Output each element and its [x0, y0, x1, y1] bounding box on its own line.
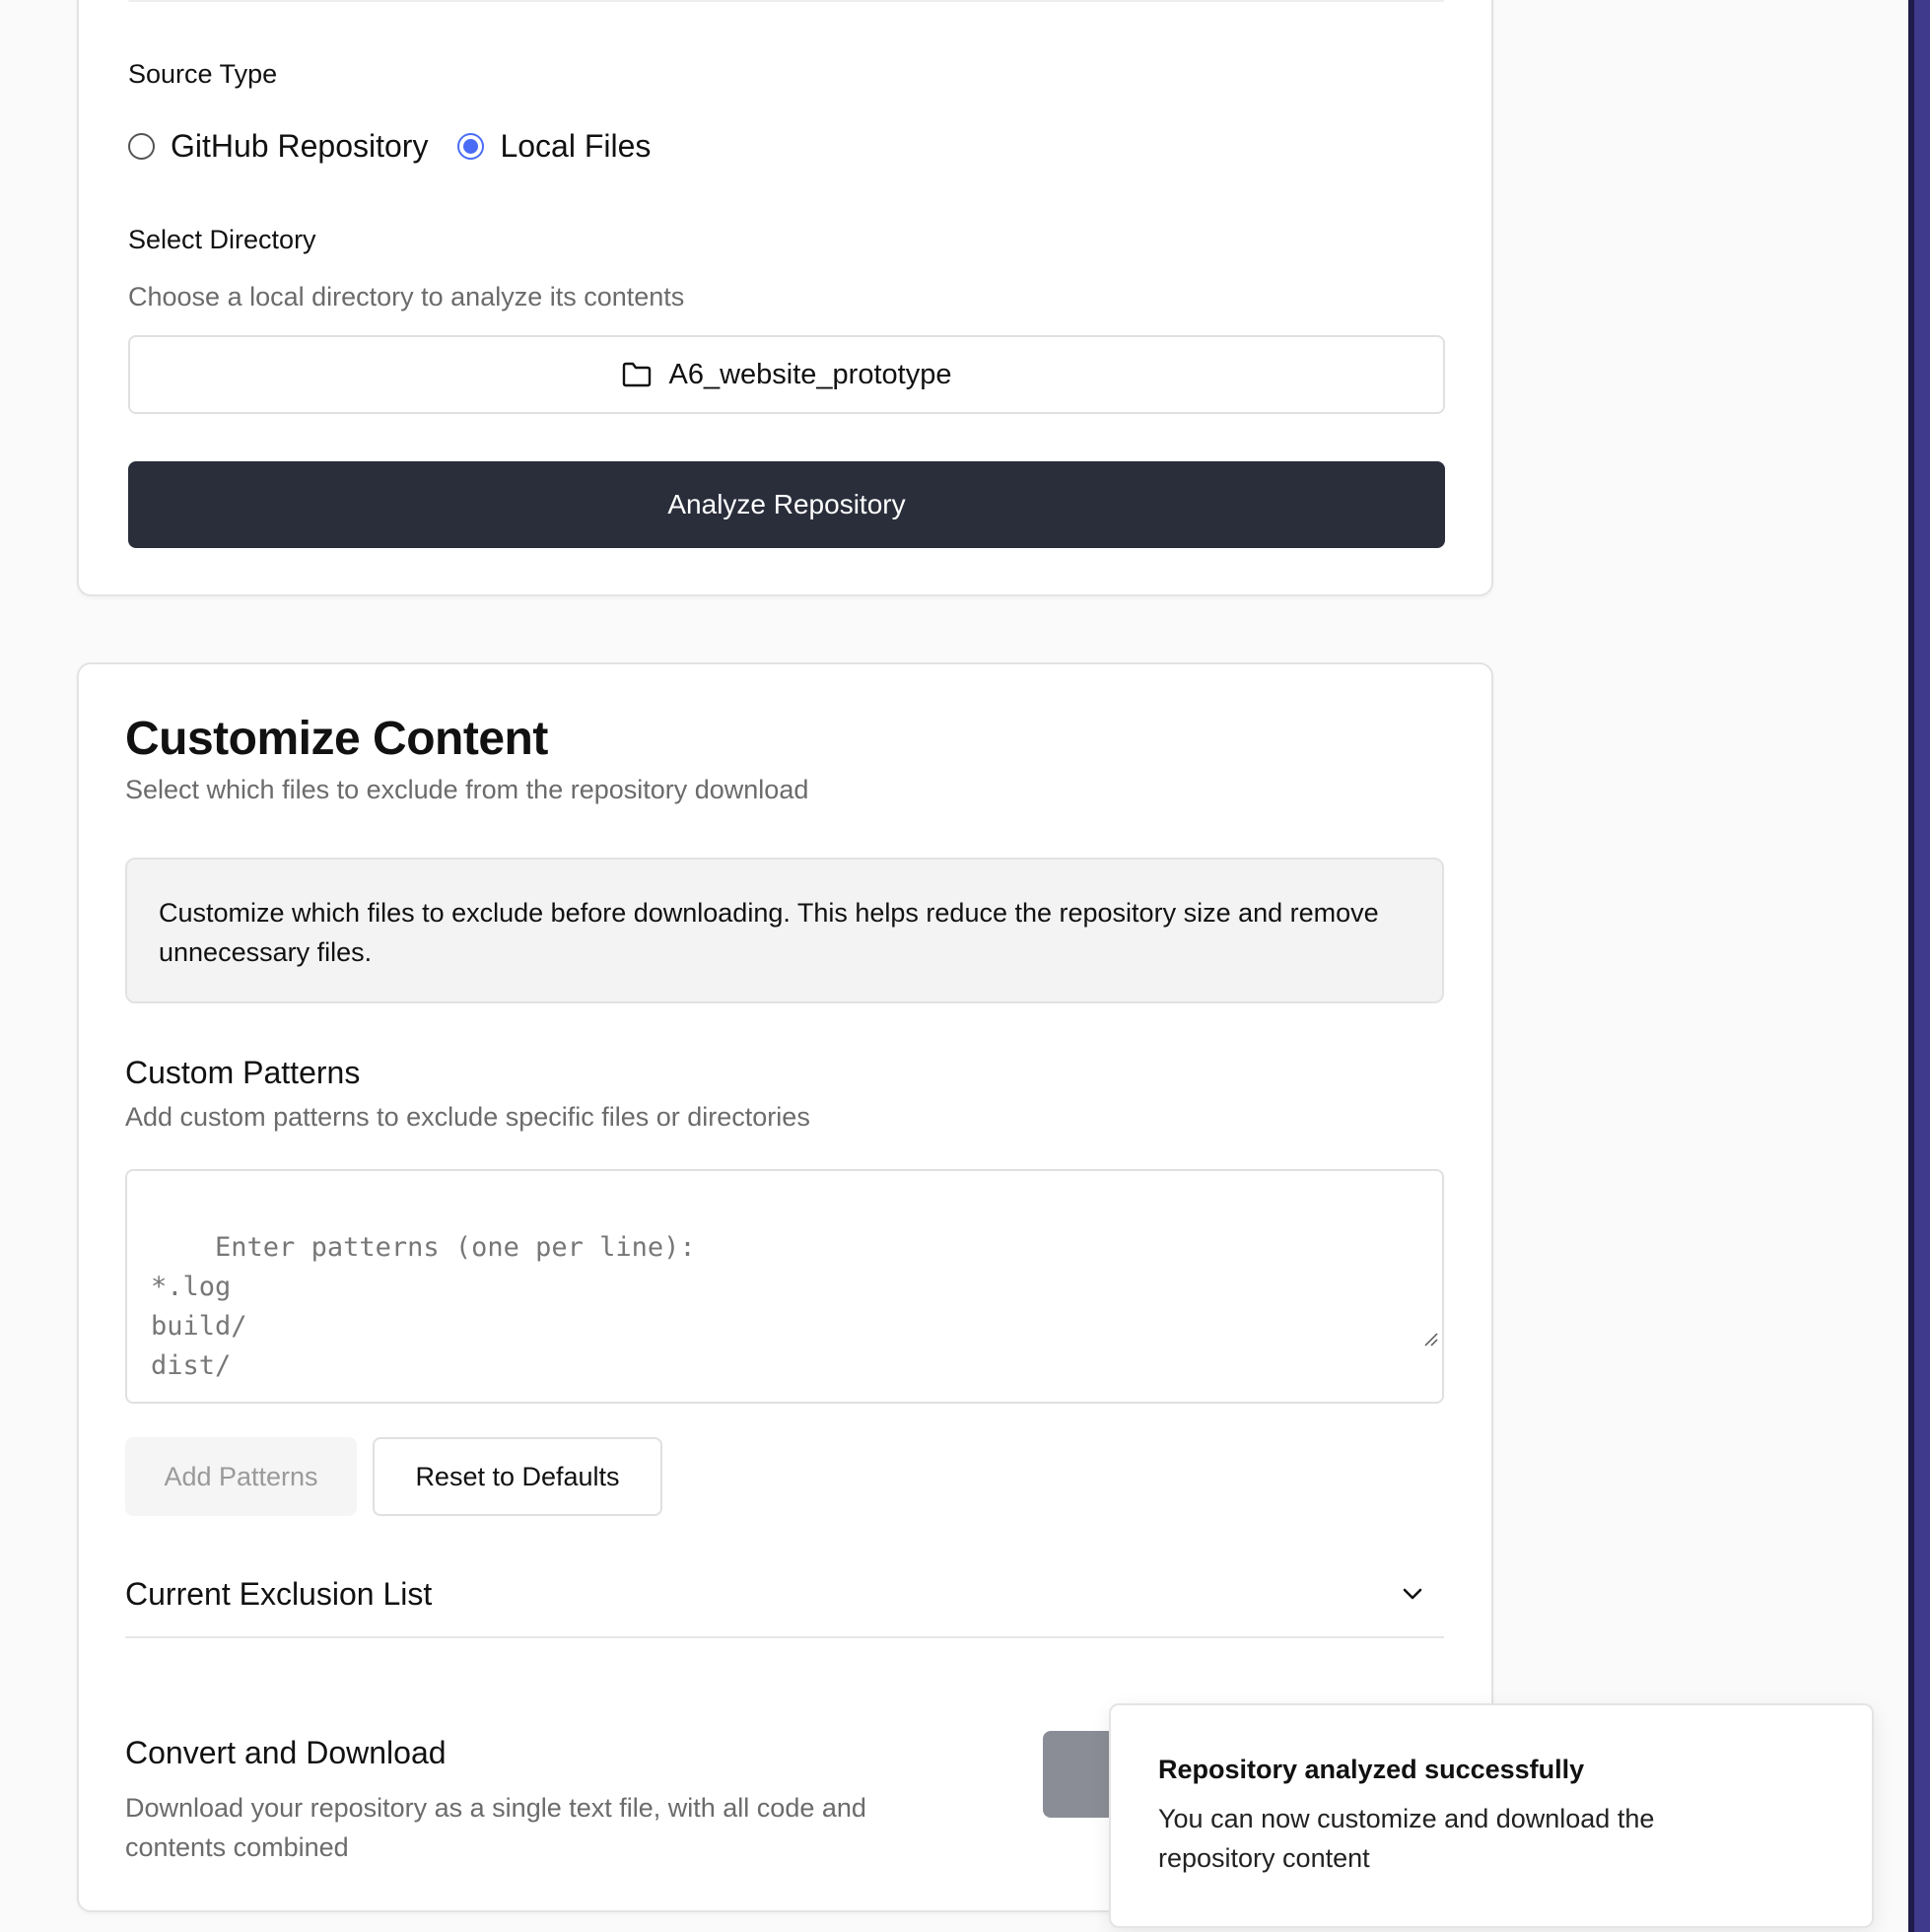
analyze-repository-button[interactable]: Analyze Repository	[128, 461, 1445, 548]
source-type-label: Source Type	[128, 59, 278, 89]
info-box: Customize which files to exclude before …	[125, 858, 1444, 1003]
customize-subtitle: Select which files to exclude from the r…	[125, 775, 809, 804]
add-patterns-button[interactable]: Add Patterns	[125, 1437, 357, 1516]
custom-patterns-title: Custom Patterns	[125, 1055, 361, 1090]
window-edge	[1908, 0, 1930, 1932]
source-card: Source Type GitHub Repository Local File…	[77, 0, 1493, 596]
convert-download-title: Convert and Download	[125, 1735, 447, 1770]
resize-handle-icon[interactable]	[1326, 1279, 1438, 1398]
custom-patterns-hint: Add custom patterns to exclude specific …	[125, 1102, 810, 1132]
select-directory-button[interactable]: A6_website_prototype	[128, 335, 1445, 414]
select-directory-hint: Choose a local directory to analyze its …	[128, 282, 685, 311]
selected-directory-name: A6_website_prototype	[668, 358, 952, 390]
exclusion-list-title: Current Exclusion List	[125, 1575, 433, 1612]
radio-local-files[interactable]: Local Files	[457, 128, 651, 165]
radio-local-label[interactable]: Local Files	[500, 128, 651, 165]
toast-notification: Repository analyzed successfully You can…	[1109, 1703, 1874, 1928]
reset-defaults-button[interactable]: Reset to Defaults	[373, 1437, 662, 1516]
folder-icon	[622, 362, 652, 387]
source-type-radio-group: GitHub Repository Local Files	[128, 128, 680, 165]
convert-download-hint: Download your repository as a single tex…	[125, 1793, 866, 1862]
repo-url-input-edge[interactable]	[128, 0, 1444, 2]
select-directory-label: Select Directory	[128, 225, 316, 254]
chevron-down-icon[interactable]	[1401, 1586, 1424, 1602]
radio-github-label[interactable]: GitHub Repository	[171, 128, 428, 165]
radio-github-circle[interactable]	[128, 133, 155, 160]
patterns-placeholder: Enter patterns (one per line): *.log bui…	[151, 1232, 696, 1381]
exclusion-list-accordion[interactable]: Current Exclusion List	[125, 1552, 1444, 1638]
radio-github-repository[interactable]: GitHub Repository	[128, 128, 428, 165]
patterns-textarea[interactable]: Enter patterns (one per line): *.log bui…	[125, 1169, 1444, 1404]
customize-title: Customize Content	[125, 713, 548, 765]
toast-title: Repository analyzed successfully	[1158, 1755, 1585, 1784]
toast-body: You can now customize and download the r…	[1158, 1804, 1655, 1873]
radio-local-circle[interactable]	[457, 133, 485, 160]
